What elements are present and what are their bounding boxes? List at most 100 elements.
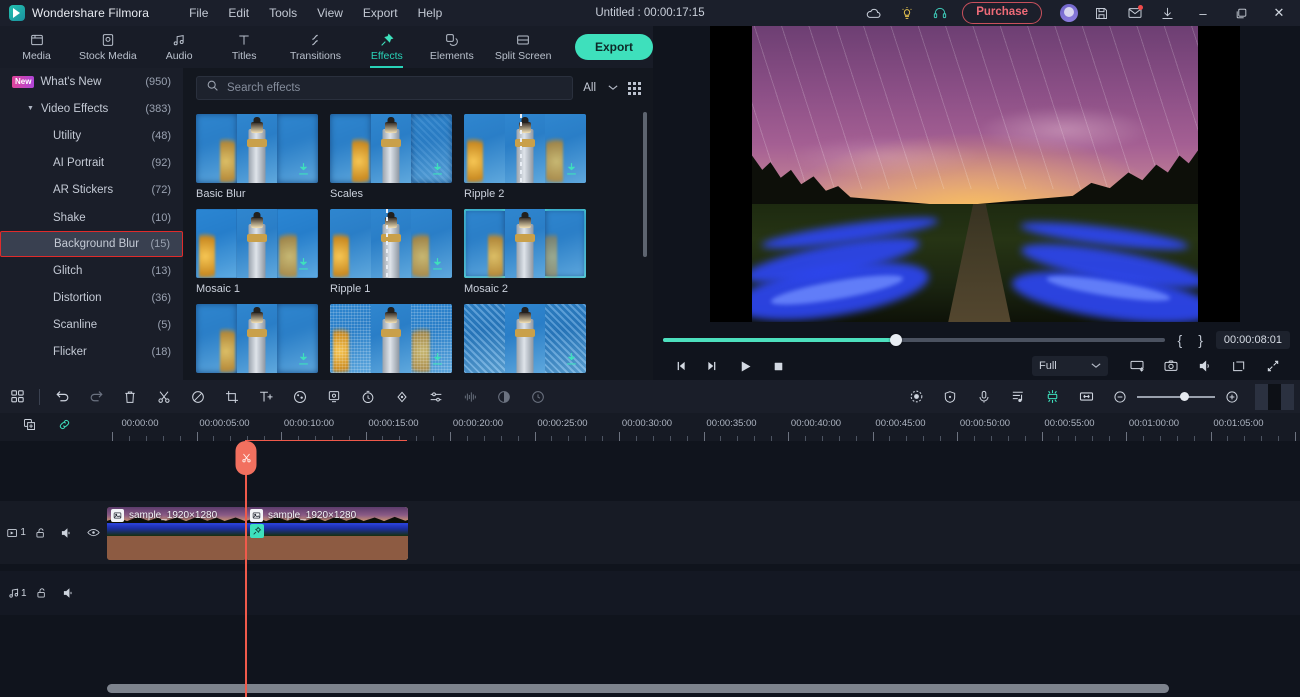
motion-tracking-icon[interactable]	[899, 380, 933, 413]
no-effect-icon[interactable]	[181, 380, 215, 413]
clip-effect-badge-icon[interactable]	[250, 524, 264, 538]
category-item-utility[interactable]: Utility (48)	[0, 122, 183, 149]
tab-transitions[interactable]: Transitions	[277, 26, 355, 68]
tab-stock-media[interactable]: Stock Media	[69, 26, 147, 68]
timeline-ruler[interactable]: 00:00:00 00:00:05:00 00:00:10:00 00:00:15:0…	[107, 413, 1300, 441]
timeline-clip[interactable]: sample_1920×1280	[107, 507, 246, 560]
category-item-ai-portrait[interactable]: AI Portrait (92)	[0, 150, 183, 177]
download-icon[interactable]	[431, 161, 444, 176]
stop-button[interactable]	[762, 352, 795, 380]
voiceover-mic-icon[interactable]	[967, 380, 1001, 413]
play-button[interactable]	[729, 352, 762, 380]
grid-view-icon[interactable]	[628, 81, 641, 95]
preview-quality-select[interactable]: Full	[1032, 356, 1108, 376]
tab-media[interactable]: Media	[4, 26, 69, 68]
timeline-clip[interactable]: sample_1920×1280	[246, 507, 408, 560]
green-screen-icon[interactable]	[317, 380, 351, 413]
timeline-zoom-slider[interactable]	[1137, 391, 1215, 401]
adjust-sliders-icon[interactable]	[419, 380, 453, 413]
split-playhead-scissors-icon[interactable]	[235, 441, 257, 475]
preview-seek-slider[interactable]	[663, 334, 1165, 346]
effect-card[interactable]	[196, 304, 318, 373]
effect-card[interactable]: Mosaic 1	[196, 209, 318, 295]
keyframe-icon[interactable]	[385, 380, 419, 413]
tab-titles[interactable]: Titles	[212, 26, 277, 68]
mail-icon[interactable]	[1118, 0, 1151, 26]
download-icon[interactable]	[431, 256, 444, 271]
effect-card[interactable]: Ripple 2	[464, 114, 586, 200]
link-icon[interactable]	[57, 417, 72, 437]
avatar[interactable]	[1052, 0, 1085, 26]
add-track-icon[interactable]	[22, 417, 37, 437]
effects-filter-select[interactable]: All	[581, 82, 620, 94]
effect-card[interactable]	[330, 304, 452, 373]
category-item-flicker[interactable]: Flicker (18)	[0, 339, 183, 366]
zoom-in-icon[interactable]	[1215, 380, 1249, 413]
next-frame-button[interactable]	[696, 352, 729, 380]
fit-timeline-icon[interactable]	[1069, 380, 1103, 413]
effect-card[interactable]: Scales	[330, 114, 452, 200]
menu-item-view[interactable]: View	[307, 3, 353, 23]
speed-clock-icon[interactable]	[351, 380, 385, 413]
category-item-glitch[interactable]: Glitch (13)	[0, 257, 183, 284]
menu-item-export[interactable]: Export	[353, 3, 408, 23]
color-palette-icon[interactable]	[283, 380, 317, 413]
download-icon[interactable]	[297, 256, 310, 271]
crop-icon[interactable]	[215, 380, 249, 413]
fullscreen-icon[interactable]	[1256, 352, 1290, 380]
beat-detect-icon[interactable]	[1001, 380, 1035, 413]
lightbulb-icon[interactable]	[890, 0, 923, 26]
minimize-button[interactable]: –	[1184, 0, 1222, 26]
effect-card[interactable]: Ripple 1	[330, 209, 452, 295]
mark-in-button[interactable]: {	[1175, 332, 1186, 348]
download-icon[interactable]	[1151, 0, 1184, 26]
menu-item-tools[interactable]: Tools	[259, 3, 307, 23]
effect-card[interactable]: Mosaic 2	[464, 209, 586, 295]
category-item-scanline[interactable]: Scanline (5)	[0, 312, 183, 339]
undo-icon[interactable]	[45, 380, 79, 413]
text-add-icon[interactable]	[249, 380, 283, 413]
prev-frame-button[interactable]	[663, 352, 696, 380]
maximize-button[interactable]	[1222, 0, 1260, 26]
search-box[interactable]	[196, 76, 574, 100]
category-item-distortion[interactable]: Distortion (36)	[0, 284, 183, 311]
cloud-icon[interactable]	[857, 0, 890, 26]
camera-snapshot-icon[interactable]	[1154, 352, 1188, 380]
menu-item-help[interactable]: Help	[408, 3, 453, 23]
download-icon[interactable]	[431, 351, 444, 366]
save-icon[interactable]	[1085, 0, 1118, 26]
timeline-playhead[interactable]	[235, 441, 257, 697]
unlock-icon[interactable]	[28, 526, 54, 540]
effects-scrollbar[interactable]	[643, 112, 647, 257]
expander-caret-icon[interactable]: ▼	[27, 105, 34, 112]
download-icon[interactable]	[297, 161, 310, 176]
download-icon[interactable]	[565, 351, 578, 366]
download-icon[interactable]	[297, 351, 310, 366]
speaker-icon[interactable]	[56, 586, 83, 600]
tab-elements[interactable]: Elements	[419, 26, 484, 68]
audio-mix-icon[interactable]	[453, 380, 487, 413]
export-button[interactable]: Export	[574, 34, 653, 60]
category-item-video-effects[interactable]: ▼ Video Effects (383)	[0, 95, 183, 122]
tab-split-screen[interactable]: Split Screen	[484, 26, 562, 68]
category-item-shake[interactable]: Shake (10)	[0, 204, 183, 231]
speaker-icon[interactable]	[54, 526, 80, 540]
eye-icon[interactable]	[81, 525, 107, 540]
crop-icon[interactable]	[1222, 352, 1256, 380]
menu-item-edit[interactable]: Edit	[218, 3, 259, 23]
purchase-button[interactable]: Purchase	[962, 2, 1042, 24]
split-scissors-icon[interactable]	[147, 380, 181, 413]
effect-card[interactable]: Basic Blur	[196, 114, 318, 200]
redo-icon[interactable]	[79, 380, 113, 413]
search-input[interactable]	[227, 82, 564, 94]
grid-layout-icon[interactable]	[0, 380, 34, 413]
volume-icon[interactable]	[1188, 352, 1222, 380]
category-item-ar-stickers[interactable]: AR Stickers (72)	[0, 177, 183, 204]
render-preview-icon[interactable]	[1035, 380, 1069, 413]
snapshot-to-timeline-icon[interactable]	[1120, 352, 1154, 380]
tab-audio[interactable]: Audio	[147, 26, 212, 68]
category-item-background-blur[interactable]: Background Blur (15)	[0, 231, 183, 258]
rotate-icon[interactable]	[521, 380, 555, 413]
timeline-horizontal-scrollbar[interactable]	[107, 684, 1169, 693]
close-button[interactable]: ✕	[1260, 0, 1298, 26]
